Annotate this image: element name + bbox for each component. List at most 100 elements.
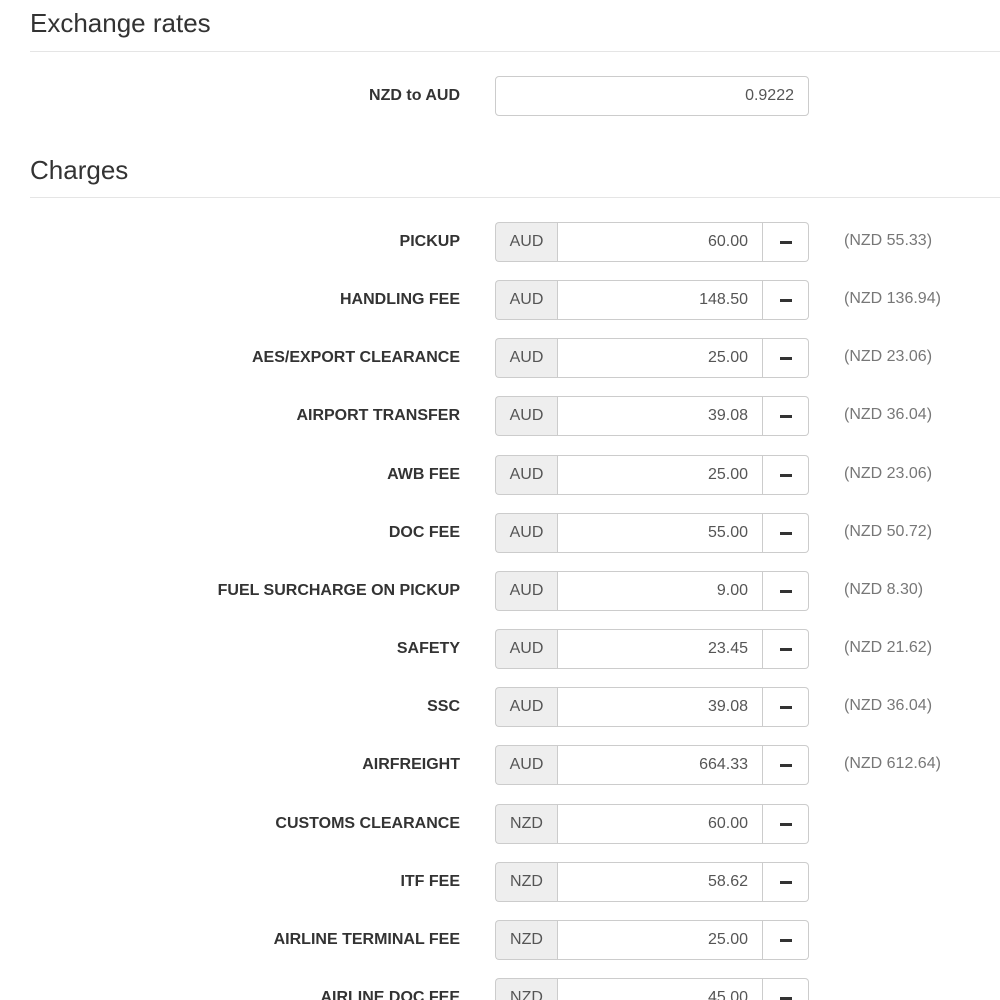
charge-amount-input[interactable] xyxy=(557,862,763,902)
remove-charge-button[interactable] xyxy=(763,804,809,844)
charge-amount-input[interactable] xyxy=(557,687,763,727)
charge-amount-input[interactable] xyxy=(557,745,763,785)
charge-row: FUEL SURCHARGE ON PICKUP AUD (NZD 8.30) xyxy=(0,571,1000,611)
currency-addon: AUD xyxy=(495,396,557,436)
currency-addon: AUD xyxy=(495,280,557,320)
minus-icon xyxy=(779,240,792,244)
currency-addon: AUD xyxy=(495,745,557,785)
charge-input-group: AUD xyxy=(495,629,809,669)
charge-input-group: AUD xyxy=(495,571,809,611)
currency-addon: AUD xyxy=(495,571,557,611)
charge-label: AIRLINE DOC FEE xyxy=(320,989,460,1000)
minus-icon xyxy=(779,531,792,535)
remove-charge-button[interactable] xyxy=(763,455,809,495)
charge-label: AIRPORT TRANSFER xyxy=(296,407,460,424)
charge-input-group: AUD xyxy=(495,687,809,727)
charge-amount-input[interactable] xyxy=(557,978,763,1000)
charge-amount-input[interactable] xyxy=(557,338,763,378)
charge-label: FUEL SURCHARGE ON PICKUP xyxy=(217,582,460,599)
charge-input-group: AUD xyxy=(495,513,809,553)
currency-addon: AUD xyxy=(495,687,557,727)
charge-amount-input[interactable] xyxy=(557,222,763,262)
charge-row: ITF FEE NZD xyxy=(0,862,1000,902)
remove-charge-button[interactable] xyxy=(763,222,809,262)
charge-input-group: NZD xyxy=(495,804,809,844)
remove-charge-button[interactable] xyxy=(763,338,809,378)
charges-divider xyxy=(30,197,1000,198)
minus-icon xyxy=(779,763,792,767)
currency-addon: NZD xyxy=(495,804,557,844)
remove-charge-button[interactable] xyxy=(763,687,809,727)
charge-row: SAFETY AUD (NZD 21.62) xyxy=(0,629,1000,669)
remove-charge-button[interactable] xyxy=(763,978,809,1000)
charge-input-group: NZD xyxy=(495,862,809,902)
charge-amount-input[interactable] xyxy=(557,455,763,495)
minus-icon xyxy=(779,996,792,1000)
currency-addon: AUD xyxy=(495,338,557,378)
currency-addon: NZD xyxy=(495,920,557,960)
charge-amount-input[interactable] xyxy=(557,629,763,669)
charge-amount-input[interactable] xyxy=(557,513,763,553)
exchange-rates-divider xyxy=(30,51,1000,52)
charge-amount-input[interactable] xyxy=(557,280,763,320)
charge-amount-input[interactable] xyxy=(557,804,763,844)
currency-addon: NZD xyxy=(495,862,557,902)
nzd-equivalent: (NZD 36.04) xyxy=(844,697,933,714)
charge-row: AIRPORT TRANSFER AUD (NZD 36.04) xyxy=(0,396,1000,436)
charge-label: AWB FEE xyxy=(387,466,460,483)
charge-row: AWB FEE AUD (NZD 23.06) xyxy=(0,455,1000,495)
remove-charge-button[interactable] xyxy=(763,396,809,436)
charge-row: CUSTOMS CLEARANCE NZD xyxy=(0,804,1000,844)
remove-charge-button[interactable] xyxy=(763,920,809,960)
remove-charge-button[interactable] xyxy=(763,571,809,611)
minus-icon xyxy=(779,822,792,826)
minus-icon xyxy=(779,473,792,477)
charge-label: AES/EXPORT CLEARANCE xyxy=(251,349,460,366)
charge-label: SAFETY xyxy=(396,640,460,657)
charge-row: HANDLING FEE AUD (NZD 136.94) xyxy=(0,280,1000,320)
nzd-equivalent: (NZD 23.06) xyxy=(844,348,933,365)
nzd-equivalent: (NZD 23.06) xyxy=(844,465,933,482)
minus-icon xyxy=(779,647,792,651)
charge-row: AES/EXPORT CLEARANCE AUD (NZD 23.06) xyxy=(0,338,1000,378)
minus-icon xyxy=(779,880,792,884)
exchange-rate-input[interactable] xyxy=(495,76,809,116)
nzd-equivalent: (NZD 136.94) xyxy=(844,290,941,307)
remove-charge-button[interactable] xyxy=(763,862,809,902)
exchange-rates-heading: Exchange rates xyxy=(30,8,211,38)
nzd-equivalent: (NZD 21.62) xyxy=(844,639,933,656)
charge-amount-input[interactable] xyxy=(557,920,763,960)
minus-icon xyxy=(779,938,792,942)
charge-row: AIRLINE TERMINAL FEE NZD xyxy=(0,920,1000,960)
minus-icon xyxy=(779,414,792,418)
remove-charge-button[interactable] xyxy=(763,629,809,669)
minus-icon xyxy=(779,298,792,302)
charge-row: AIRFREIGHT AUD (NZD 612.64) xyxy=(0,745,1000,785)
nzd-equivalent: (NZD 612.64) xyxy=(844,755,941,772)
remove-charge-button[interactable] xyxy=(763,280,809,320)
charge-row: PICKUP AUD (NZD 55.33) xyxy=(0,222,1000,262)
minus-icon xyxy=(779,705,792,709)
nzd-equivalent: (NZD 8.30) xyxy=(844,581,924,598)
charge-amount-input[interactable] xyxy=(557,571,763,611)
minus-icon xyxy=(779,589,792,593)
currency-addon: AUD xyxy=(495,629,557,669)
nzd-equivalent: (NZD 55.33) xyxy=(844,232,933,249)
currency-addon: AUD xyxy=(495,513,557,553)
currency-addon: AUD xyxy=(495,222,557,262)
charge-input-group: AUD xyxy=(495,222,809,262)
exchange-rate-row: NZD to AUD xyxy=(0,76,1000,116)
currency-addon: AUD xyxy=(495,455,557,495)
charge-row: AIRLINE DOC FEE NZD xyxy=(0,978,1000,1000)
charge-label: AIRLINE TERMINAL FEE xyxy=(273,931,460,948)
remove-charge-button[interactable] xyxy=(763,745,809,785)
charge-label: SSC xyxy=(427,698,460,715)
charge-input-group: AUD xyxy=(495,745,809,785)
charge-row: SSC AUD (NZD 36.04) xyxy=(0,687,1000,727)
charge-label: HANDLING FEE xyxy=(340,291,460,308)
remove-charge-button[interactable] xyxy=(763,513,809,553)
exchange-rate-label: NZD to AUD xyxy=(369,87,460,104)
charge-input-group: AUD xyxy=(495,396,809,436)
charge-amount-input[interactable] xyxy=(557,396,763,436)
charge-input-group: NZD xyxy=(495,978,809,1000)
